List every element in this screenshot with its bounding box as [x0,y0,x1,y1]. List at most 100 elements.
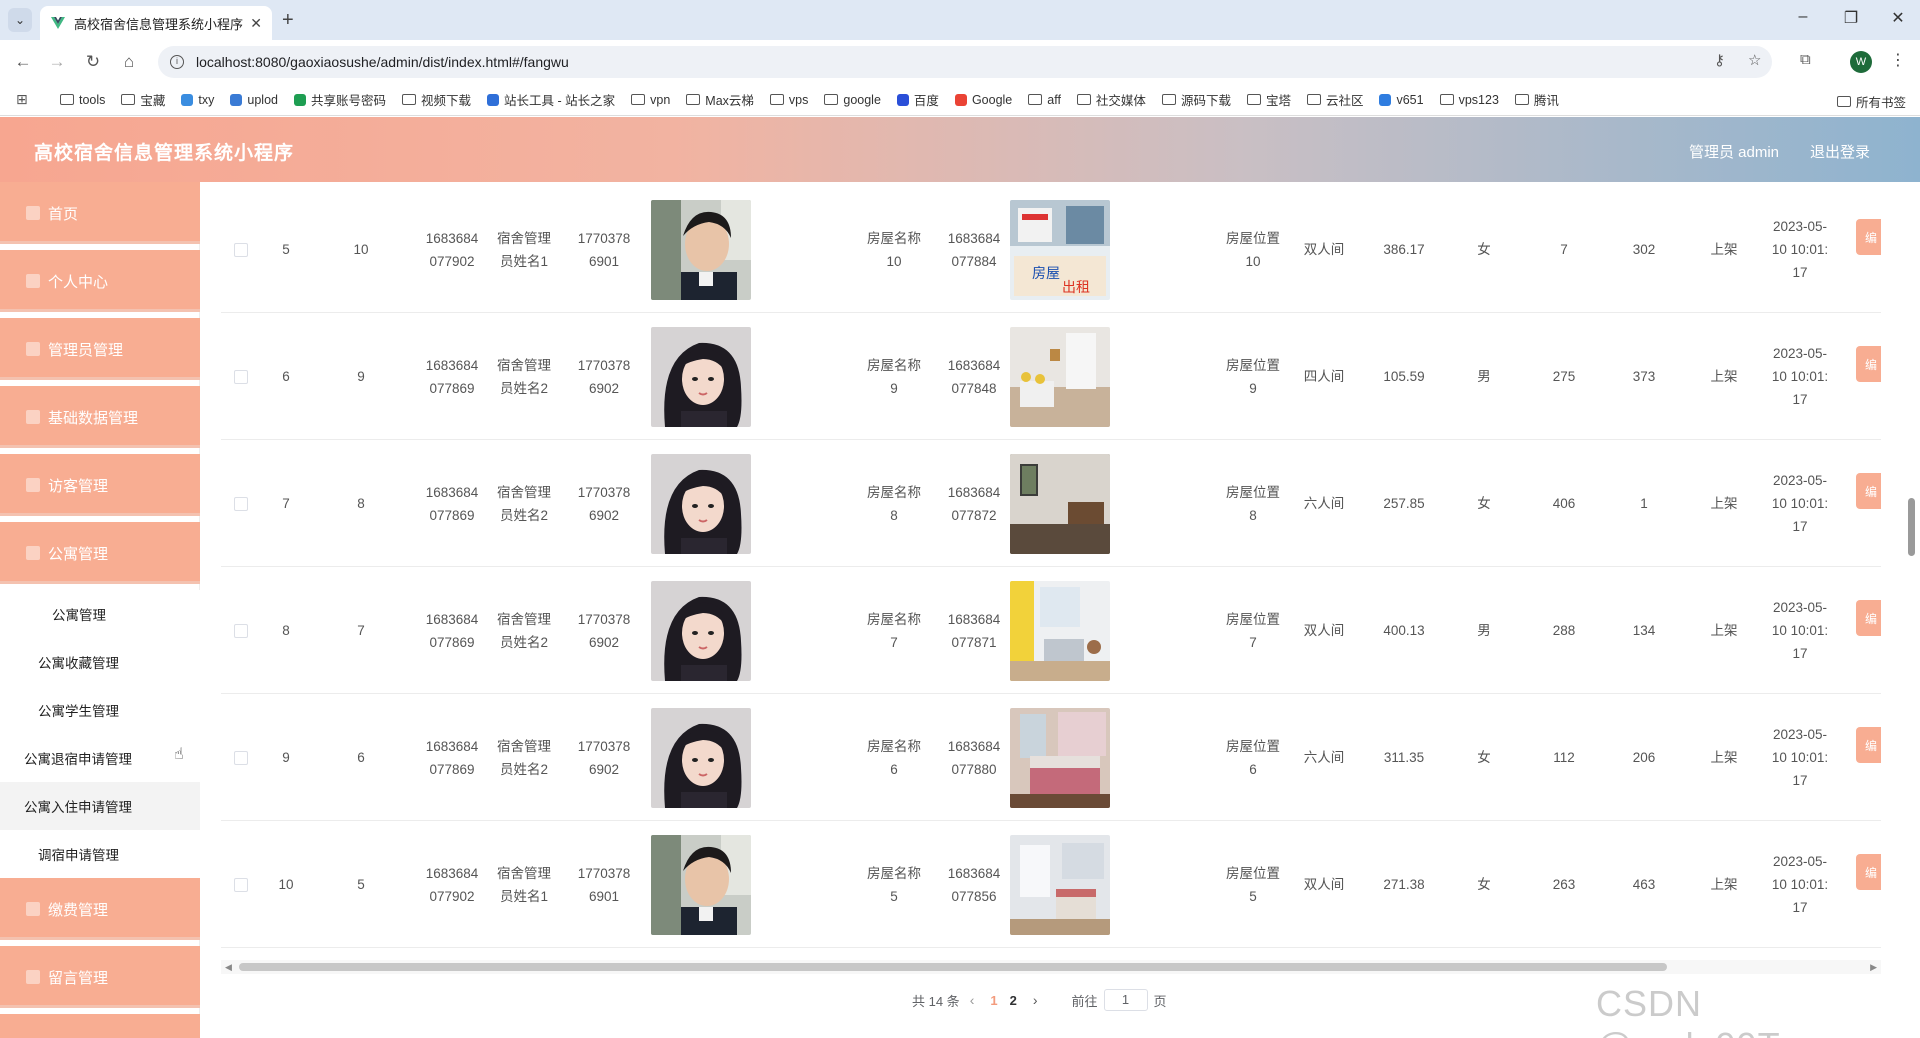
tab-search-chevron-icon[interactable]: ⌄ [8,8,32,32]
edit-button[interactable]: 编 [1856,346,1881,382]
window-close-icon[interactable]: ✕ [1878,8,1918,28]
cell-text: 8 [357,496,365,511]
row-checkbox[interactable] [234,877,248,892]
bookmark-item[interactable]: 源码下载 [1161,90,1231,109]
sidebar-menu-4[interactable]: 基础数据管理 [0,386,200,448]
cell-line: 房屋名称 [867,611,921,627]
bookmark-item[interactable]: vpn [631,93,670,107]
browser-menu-icon[interactable]: ⋮ [1890,50,1906,70]
cell-text: 8 [282,623,290,638]
new-tab-plus-icon[interactable]: + [282,8,294,32]
all-bookmarks[interactable]: 所有书签 [1836,92,1906,111]
edit-button[interactable]: 编 [1856,854,1881,890]
cell-line: 2023-05- [1772,473,1828,488]
sidebar-menu-5[interactable]: 访客管理 [0,454,200,516]
edit-button[interactable]: 编 [1856,727,1881,763]
sidebar-menu-after-2[interactable]: 留言管理 [0,946,200,1008]
bookmark-item[interactable]: 视频下载 [402,90,471,109]
row-checkbox[interactable] [234,369,248,384]
bookmark-item[interactable]: 站长工具 - 站长之家 [487,90,615,109]
cell-text: 271.38 [1383,877,1425,892]
scroll-right-arrow-icon[interactable]: ▶ [1870,960,1877,974]
vertical-scrollbar[interactable] [1906,186,1918,1038]
bookmark-item[interactable]: Google [954,93,1012,107]
prev-page-icon[interactable]: ‹ [970,992,975,1008]
password-key-icon[interactable]: ⚷ [1714,51,1725,69]
bookmark-item[interactable]: 宝藏 [121,90,165,109]
sidebar-menu-2[interactable]: 个人中心 [0,250,200,312]
cell-room-photo [1000,694,1120,821]
extensions-puzzle-icon[interactable]: ⧉ [1800,51,1811,68]
tab-close-icon[interactable]: ✕ [250,15,262,32]
home-icon[interactable]: ⌂ [118,52,140,72]
sidebar-menu-label: 基础数据管理 [48,409,139,427]
row-checkbox[interactable] [234,750,248,765]
apps-grid-icon[interactable]: ⊞ [16,91,36,108]
bookmark-item[interactable]: uplod [230,93,278,107]
site-info-icon[interactable]: i [170,55,184,69]
sidebar-submenu-5[interactable]: 公寓入住申请管理 [0,782,200,830]
folder-icon [769,94,784,105]
bookmark-item[interactable]: google [824,93,881,107]
row-checkbox[interactable] [234,623,248,638]
bookmark-item[interactable]: aff [1028,93,1061,107]
sidebar-submenu-2[interactable]: 公寓收藏管理 [0,638,200,686]
page-number[interactable]: 1 [990,993,997,1008]
sidebar-menu-3[interactable]: 管理员管理 [0,318,200,380]
scroll-left-arrow-icon[interactable]: ◀ [225,960,232,974]
cell-room-photo [1000,821,1120,948]
bookmark-star-icon[interactable]: ☆ [1748,51,1761,69]
bookmark-item[interactable]: 社交媒体 [1076,90,1146,109]
sidebar-submenu-4[interactable]: 公寓退宿申请管理 [0,734,200,782]
cell-line: 1683684 [947,865,1001,881]
cell-text: 1683684 077871 [948,608,1001,654]
page-number[interactable]: 2 [1010,993,1017,1008]
bookmark-item[interactable]: Max云梯 [686,90,754,109]
horizontal-scrollbar[interactable]: ◀ ▶ [221,960,1881,974]
row-checkbox[interactable] [234,496,248,511]
admin-user-label: 管理员 admin [1689,144,1780,161]
restore-icon[interactable]: ❐ [1831,8,1871,28]
sidebar-submenu-6[interactable]: 调宿申请管理 [0,830,200,878]
next-page-icon[interactable]: › [1033,992,1038,1008]
sidebar-menu-partial[interactable] [0,1014,200,1038]
bookmark-item[interactable]: vps [769,93,808,107]
forward-arrow-icon[interactable]: → [46,52,68,72]
cell-idx: 5 [261,186,311,313]
reload-icon[interactable]: ↻ [82,52,104,72]
edit-button[interactable]: 编 [1856,473,1881,509]
edit-button[interactable]: 编 [1856,219,1881,255]
url-field[interactable]: i localhost:8080/gaoxiaosushe/admin/dist… [158,46,1772,78]
bookmark-item[interactable]: vps123 [1439,93,1499,107]
bookmark-item[interactable]: 宝塔 [1246,90,1291,109]
cell-price: 105.59 [1369,313,1439,440]
browser-tab[interactable]: 高校宿舍信息管理系统小程序 ✕ [40,6,272,40]
sidebar-menu-1[interactable]: 首页 [0,182,200,244]
goto-page-input[interactable]: 1 [1103,989,1148,1011]
menu-icon [26,342,40,356]
edit-button[interactable]: 编 [1856,600,1881,636]
bookmark-item[interactable]: 腾讯 [1514,90,1559,109]
vertical-scroll-thumb[interactable] [1908,498,1915,556]
bookmark-item[interactable]: txy [181,93,214,107]
cell-text: 1683684 077872 [948,481,1001,527]
bookmark-item[interactable]: 云社区 [1306,90,1363,109]
cell-line: 10 10:01: [1771,623,1829,638]
profile-avatar[interactable]: W [1850,51,1872,73]
bookmark-item[interactable]: 百度 [896,90,939,109]
bookmark-item[interactable]: 共享账号密码 [294,90,386,109]
cell-text: 房屋位置 6 [1226,735,1280,781]
row-checkbox[interactable] [234,242,248,257]
cell-room-name: 房屋名称 5 [849,821,939,948]
bookmark-item[interactable]: v651 [1379,93,1424,107]
back-arrow-icon[interactable]: ← [12,52,34,72]
horizontal-scroll-thumb[interactable] [239,963,1667,971]
minimize-icon[interactable]: – [1783,8,1823,26]
sidebar-menu-label: 公寓管理 [48,545,109,563]
sidebar-submenu-3[interactable]: 公寓学生管理 [0,686,200,734]
logout-button[interactable]: 退出登录 [1810,141,1870,162]
bookmark-item[interactable]: tools [60,93,105,107]
sidebar-menu-after-1[interactable]: 缴费管理 [0,878,200,940]
sidebar-menu-6[interactable]: 公寓管理 [0,522,200,584]
sidebar-submenu-1[interactable]: 公寓管理 [0,590,200,638]
